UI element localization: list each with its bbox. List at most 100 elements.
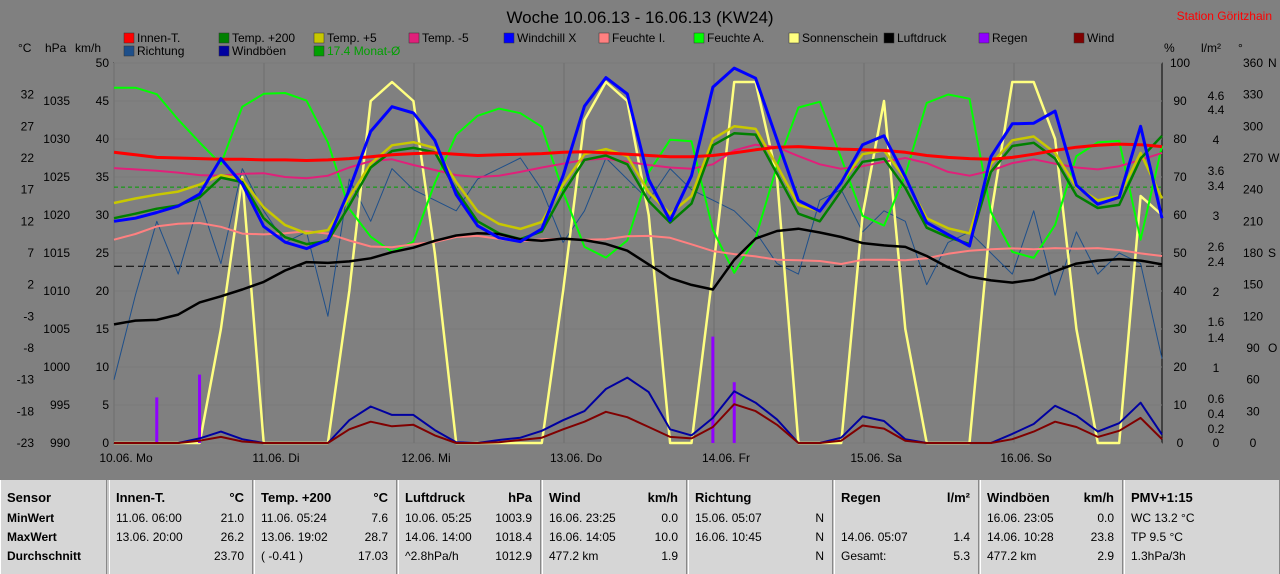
stats-row: 14.06. 14:00 1018.4: [405, 530, 532, 546]
stats-row: ( -0.41 ) 17.03: [261, 549, 388, 565]
tick-temp: 12: [21, 214, 35, 228]
unit-degree: °: [1238, 41, 1243, 55]
stats-panel-unit: km/h: [647, 490, 678, 505]
x-tick-label: 15.06. Sa: [850, 451, 902, 465]
tick-direction: 60: [1246, 373, 1260, 387]
tick-wind: 35: [96, 170, 110, 184]
tick-rain: 4: [1213, 133, 1220, 147]
tick-wind: 20: [96, 284, 110, 298]
tick-temp: 7: [27, 246, 34, 260]
tick-direction: 30: [1246, 404, 1260, 418]
tick-direction: 0: [1250, 436, 1257, 450]
tick-temp: -8: [23, 341, 34, 355]
tick-direction: 180: [1243, 246, 1263, 260]
x-tick-label: 14.06. Fr: [702, 451, 750, 465]
stats-cell-value: 1.9: [661, 549, 678, 563]
stats-table: Sensor MinWert MaxWert Durchschnitt Inne…: [0, 480, 1280, 574]
stats-cell-value: 1018.4: [495, 530, 532, 544]
tick-temp: 2: [27, 278, 34, 292]
tick-wind: 50: [96, 56, 110, 70]
tick-direction: 120: [1243, 309, 1263, 323]
stats-cell-when: 16.06. 23:05: [987, 511, 1054, 525]
stats-row: Gesamt: 5.3: [841, 549, 970, 565]
tick-wind: 0: [102, 436, 109, 450]
legend-label: Windchill X: [517, 31, 576, 45]
stats-row: 10.06. 05:25 1003.9: [405, 511, 532, 527]
stats-panel-unit: l/m²: [946, 490, 970, 505]
tick-temp: -18: [17, 404, 35, 418]
tick-pressure: 1020: [43, 208, 70, 222]
stats-label-column: Sensor MinWert MaxWert Durchschnitt: [0, 480, 107, 574]
stats-panel: PMV+1:15 WC 13.2 °C TP 9.5 °C 1.3hPa/3h: [1124, 480, 1280, 574]
x-tick-label: 12.06. Mi: [401, 451, 450, 465]
legend-swatch: [408, 32, 420, 44]
stats-cell-when: 477.2 km: [549, 549, 599, 563]
legend-swatch: [218, 32, 230, 44]
tick-pressure: 990: [50, 436, 70, 450]
unit-kmh: km/h: [75, 41, 101, 55]
tick-rain: 1: [1213, 361, 1220, 375]
tick-direction: 90: [1246, 341, 1260, 355]
stats-row: 16.06. 10:45 N: [695, 530, 824, 546]
stats-cell-value: 2.9: [1097, 549, 1114, 563]
rain-bar: [155, 397, 159, 443]
legend-swatch: [883, 32, 895, 44]
tick-wind: 15: [96, 322, 110, 336]
stats-panel-unit: °C: [373, 490, 388, 505]
stats-cell-value: 1.4: [953, 530, 970, 544]
tick-rain: 3.6: [1208, 164, 1225, 178]
legend-swatch: [123, 45, 135, 57]
stats-panel: Luftdruck hPa 10.06. 05:25 1003.9 14.06. 14:…: [398, 480, 541, 574]
tick-pressure: 1005: [43, 322, 70, 336]
stats-cell-when: 16.06. 14:05: [549, 530, 616, 544]
tick-pressure: 1030: [43, 132, 70, 146]
stats-panel: Regen l/m² 14.06. 05:07 1.4 Gesamt: 5.3: [834, 480, 979, 574]
legend-swatch: [978, 32, 990, 44]
tick-wind: 10: [96, 360, 110, 374]
station-label: Station Göritzhain: [1177, 9, 1272, 23]
stats-panel-header: Richtung: [695, 490, 752, 505]
stats-row: 16.06. 23:25 0.0: [549, 511, 678, 527]
stats-cell-value: 5.3: [953, 549, 970, 563]
tick-pressure: 1010: [43, 284, 70, 298]
tick-rain: 1.6: [1208, 315, 1225, 329]
stats-label-min: MinWert: [7, 511, 55, 525]
tick-wind: 40: [96, 132, 110, 146]
stats-cell-value: 1003.9: [495, 511, 532, 525]
stats-row: 16.06. 14:05 10.0: [549, 530, 678, 546]
legend-label: Feuchte I.: [612, 31, 665, 45]
x-tick-label: 10.06. Mo: [99, 451, 153, 465]
legend-swatch: [313, 32, 325, 44]
tick-wind: 30: [96, 208, 110, 222]
stats-cell-when: 14.06. 14:00: [405, 530, 472, 544]
unit-rain: l/m²: [1201, 41, 1221, 55]
tick-temp: 32: [21, 88, 35, 102]
stats-cell-value: 17.03: [357, 549, 388, 563]
tick-humidity: 20: [1173, 360, 1187, 374]
stats-panel-header: Temp. +200: [261, 490, 332, 505]
tick-direction: 330: [1243, 88, 1263, 102]
legend-label: Temp. -5: [422, 31, 469, 45]
tick-wind: 25: [96, 246, 110, 260]
stats-cell-when: 10.06. 05:25: [405, 511, 472, 525]
stats-panel-header: Luftdruck: [405, 490, 465, 505]
legend-label: 17.4 Monat-Ø: [327, 44, 400, 58]
stats-cell-value: 23.70: [213, 549, 244, 563]
stats-cell-value: 21.0: [220, 511, 244, 525]
stats-cell-value: 1012.9: [495, 549, 532, 563]
legend-swatch: [788, 32, 800, 44]
stats-panel: Richtung 15.06. 05:07 N 16.06. 10:45 N N: [688, 480, 833, 574]
stats-panel-header: Windböen: [987, 490, 1050, 505]
tick-humidity: 90: [1173, 94, 1187, 108]
stats-row: ^2.8hPa/h 1012.9: [405, 549, 532, 565]
stats-panel-header: Innen-T.: [116, 490, 166, 505]
tick-wind: 5: [102, 398, 109, 412]
stats-cell-when: 11.06. 05:24: [261, 511, 327, 525]
stats-panel: Innen-T. °C 11.06. 06:00 21.0 13.06. 20:00 26…: [109, 480, 253, 574]
stats-cell-when: WC 13.2 °C: [1131, 511, 1195, 525]
tick-rain: 0.2: [1208, 422, 1225, 436]
tick-direction: 150: [1243, 278, 1263, 292]
rain-bar: [198, 374, 202, 443]
stats-panel-header: Wind: [549, 490, 581, 505]
stats-cell-when: 477.2 km: [987, 549, 1037, 563]
